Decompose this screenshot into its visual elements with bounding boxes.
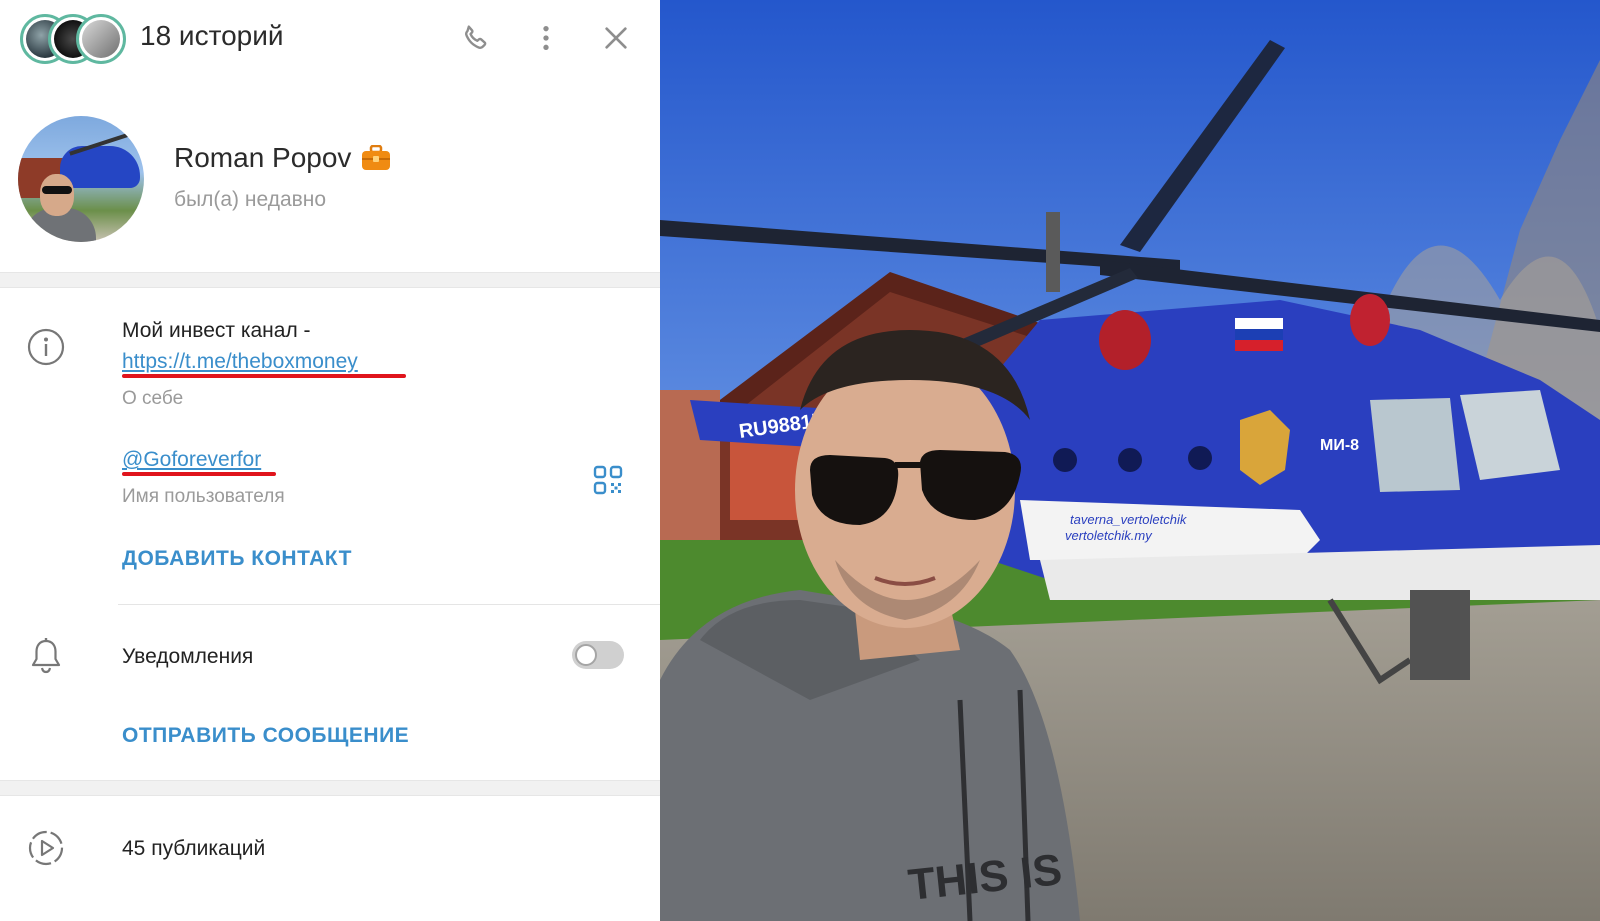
profile-name-text: Roman Popov xyxy=(174,142,352,173)
section-separator xyxy=(0,272,660,288)
briefcase-icon xyxy=(361,144,391,171)
notifications-label: Уведомления xyxy=(122,645,254,668)
last-seen-status: был(а) недавно xyxy=(174,188,327,211)
publications-count[interactable]: 45 публикаций xyxy=(122,837,265,861)
profile-name: Roman Popov xyxy=(174,142,391,174)
close-icon[interactable] xyxy=(598,20,634,56)
send-message-button[interactable]: ОТПРАВИТЬ СООБЩЕНИЕ xyxy=(122,724,409,748)
profile-avatar[interactable] xyxy=(18,116,144,242)
stories-header: 18 историй xyxy=(0,0,660,80)
add-contact-button[interactable]: ДОБАВИТЬ КОНТАКТ xyxy=(122,547,352,571)
username-link[interactable]: @Goforeverfor xyxy=(122,448,261,472)
photo-illustration: RU98815608 МИ-8 taverna_vertoletchik ver… xyxy=(660,0,1600,921)
highlight-underline xyxy=(122,374,406,378)
section-separator xyxy=(0,780,660,796)
highlight-underline xyxy=(122,472,276,476)
bio-label: О себе xyxy=(122,388,184,409)
bio-link[interactable]: https://t.me/theboxmoney xyxy=(122,350,358,374)
divider xyxy=(118,604,660,605)
phone-icon[interactable] xyxy=(458,20,494,56)
stories-avatars[interactable] xyxy=(20,14,128,64)
model-text: МИ-8 xyxy=(1320,437,1359,454)
stories-play-icon xyxy=(26,828,66,868)
story-avatar[interactable] xyxy=(76,14,126,64)
caption-line2: vertoletchik.my xyxy=(1065,528,1153,543)
qr-code-icon[interactable] xyxy=(588,460,628,500)
caption-line1: taverna_vertoletchik xyxy=(1070,512,1188,527)
stories-count[interactable]: 18 историй xyxy=(140,20,284,52)
profile-panel: 18 историй Roman Popov был(а) недавно Мо… xyxy=(0,0,660,921)
more-vertical-icon[interactable] xyxy=(528,20,564,56)
username-label: Имя пользователя xyxy=(122,486,285,507)
info-icon xyxy=(26,327,66,367)
bell-icon xyxy=(26,636,66,676)
notifications-toggle[interactable] xyxy=(572,641,624,669)
bio-text: Мой инвест канал - xyxy=(122,319,311,342)
profile-photo[interactable]: RU98815608 МИ-8 taverna_vertoletchik ver… xyxy=(660,0,1600,921)
